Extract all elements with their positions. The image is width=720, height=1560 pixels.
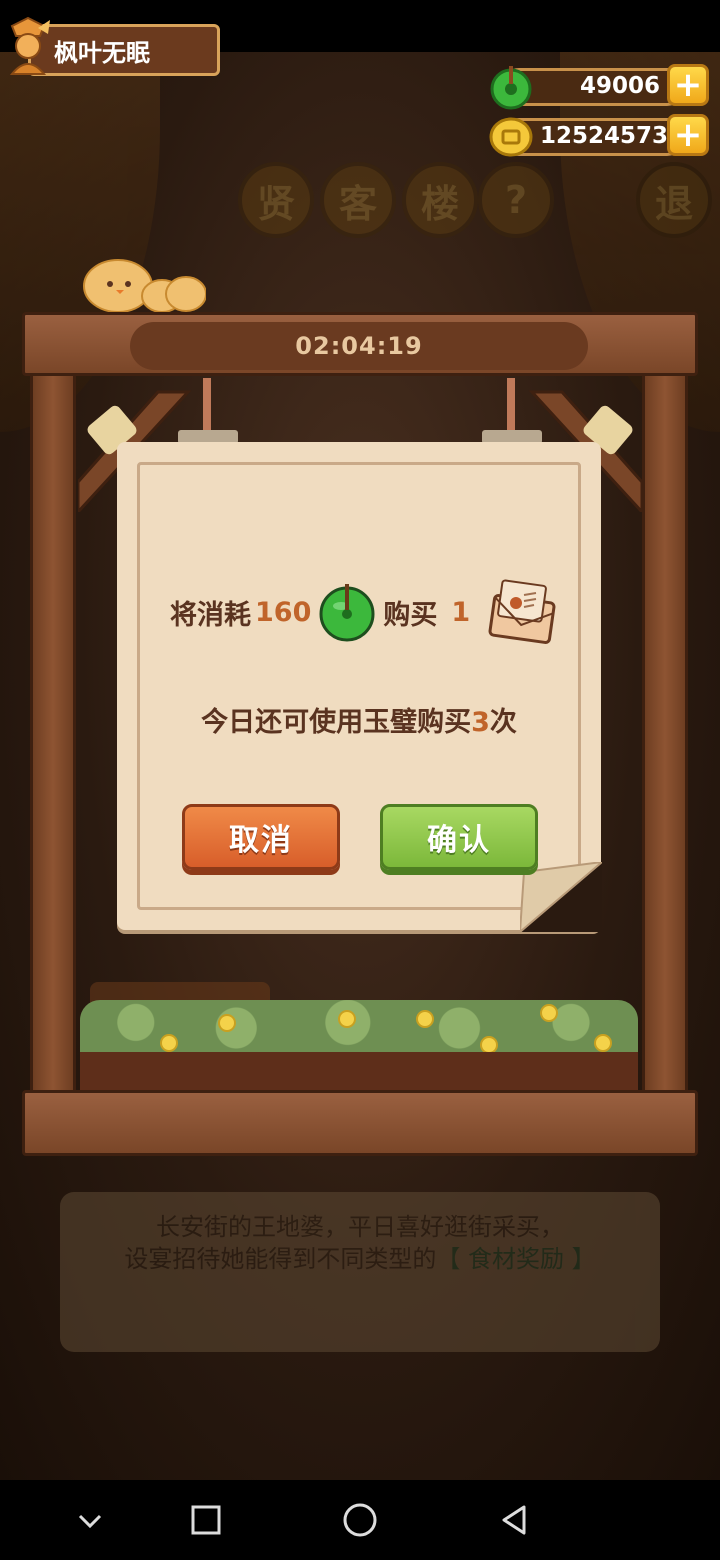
coin-decoration [416,1010,434,1028]
jade-disc-icon [490,66,532,110]
help-button[interactable]: ? [478,162,554,238]
jade-disc-icon [319,584,375,642]
frame-post-left [30,364,76,1156]
jade-count: 49006 [579,73,660,99]
chick-mascots-icon [83,259,206,312]
buy-label: 购买 [383,599,438,631]
title-char-3: 楼 [402,162,478,238]
cost-prefix: 将消耗 [170,599,251,631]
title-char-2: 客 [320,162,396,238]
player-name: 枫叶无眠 [54,39,150,67]
frame-lower-trim [80,1052,638,1092]
description-line-1: 长安街的王地婆，平日喜好逛街采买， [156,1213,564,1241]
nav-recents-icon[interactable] [182,1496,230,1544]
cost-amount: 160 [255,596,312,628]
envelope-letter-icon [488,579,556,644]
remaining-count: 3 [471,707,490,738]
description-line-2: 设宴招待她能得到不同类型的【 食材奖励 】 [124,1245,596,1273]
player-avatar-icon[interactable] [4,14,52,78]
hanging-rope-right [507,378,515,434]
page-curl [520,862,602,932]
gold-coin-icon [489,117,533,157]
coin-decoration [338,1010,356,1028]
coin-decoration [160,1034,178,1052]
coin-decoration [594,1034,612,1052]
cost-line: 将消耗 160 购买 1 [170,579,556,644]
frame-bottom-beam [22,1090,698,1156]
confirm-button[interactable]: 确认 [380,804,538,870]
cancel-button[interactable]: 取消 [182,804,340,870]
add-jade-button[interactable]: + [667,64,709,106]
frame-post-right [642,364,688,1156]
title-char-1: 贤 [238,162,314,238]
coin-decoration [540,1004,558,1022]
nav-home-icon[interactable] [336,1496,384,1544]
coin-count: 12524573 [540,123,669,149]
timer-display: 02:04:19 [130,322,588,370]
add-coin-button[interactable]: + [667,114,709,156]
coin-decoration [218,1014,236,1032]
nav-back-icon[interactable] [490,1496,538,1544]
exit-button[interactable]: 退 [636,162,712,238]
nav-collapse-icon[interactable] [66,1496,114,1544]
hanging-rope-left [203,378,211,434]
remaining-purchases-text: 今日还可使用玉璧购买3次 [201,707,517,738]
buy-count: 1 [451,596,471,628]
